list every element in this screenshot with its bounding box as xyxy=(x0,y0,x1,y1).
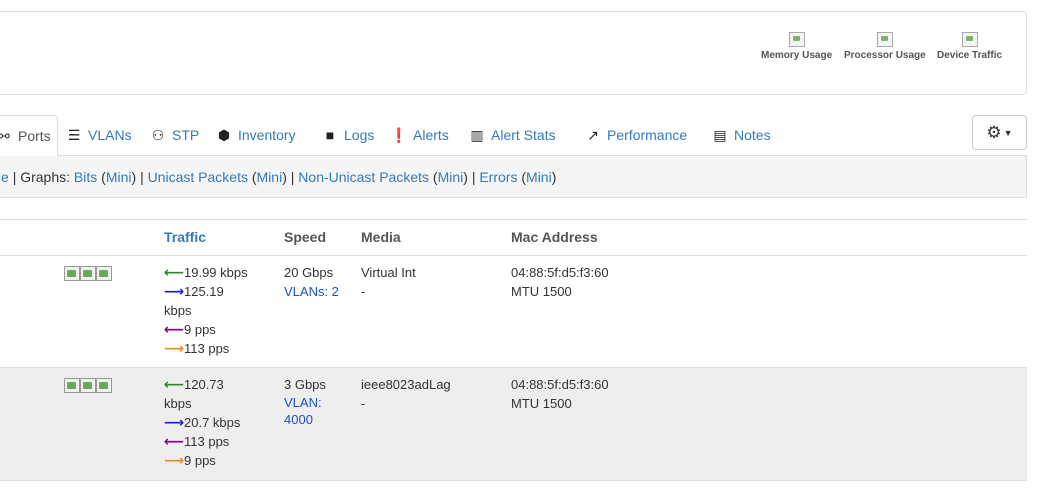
graphs-bar: e | Graphs: Bits (Mini) | Unicast Packet… xyxy=(0,156,1027,198)
speed-value: 20 Gbps xyxy=(284,265,334,280)
non-unicast-graph-link[interactable]: Non-Unicast Packets xyxy=(298,169,429,185)
media-sub: - xyxy=(361,284,366,299)
speed-column-header: Speed xyxy=(284,229,327,245)
line-chart-icon: ↗ xyxy=(587,127,599,143)
processor-usage-graph[interactable]: Processor Usage xyxy=(844,32,926,61)
graphs-label: Graphs: xyxy=(20,169,71,185)
speed-cell: 3 Gbps VLAN: 4000 xyxy=(284,375,326,428)
arrow-right-icon: ⟶ xyxy=(164,414,185,430)
gear-icon: ⚙ xyxy=(986,123,1002,142)
graph-thumbnail-icon[interactable] xyxy=(80,378,96,393)
mac-value: 04:88:5f:d5:f3:60 xyxy=(511,377,609,392)
memory-usage-label: Memory Usage xyxy=(761,50,833,61)
table-top-border xyxy=(0,219,1027,220)
arrow-right-icon: ⟶ xyxy=(164,340,185,356)
stp-icon: ⚇ xyxy=(151,127,165,143)
cube-icon: ⬢ xyxy=(217,127,231,143)
settings-dropdown-button[interactable]: ⚙ ▼ xyxy=(972,115,1027,150)
device-traffic-label: Device Traffic xyxy=(937,50,1003,61)
mac-column-header: Mac Address xyxy=(511,229,598,245)
speed-value: 3 Gbps xyxy=(284,377,326,392)
device-traffic-graph[interactable]: Device Traffic xyxy=(937,32,1002,61)
unicast-graph-link[interactable]: Unicast Packets xyxy=(148,169,248,185)
media-cell: Virtual Int - xyxy=(361,263,416,301)
traffic-cell: ⟵19.99 kbps ⟶125.19 kbps ⟵9 pps ⟶113 pps xyxy=(164,264,248,356)
arrow-right-icon: ⟶ xyxy=(164,283,185,299)
exclamation-icon: ❗ xyxy=(390,127,408,143)
tab-alert-stats[interactable]: ▥ Alert Stats xyxy=(468,115,555,156)
media-sub: - xyxy=(361,396,366,411)
media-cell: ieee8023adLag - xyxy=(361,375,451,413)
mtu-value: MTU 1500 xyxy=(511,284,572,299)
mac-cell: 04:88:5f:d5:f3:60 MTU 1500 xyxy=(511,375,609,413)
bar-chart-icon: ▥ xyxy=(470,127,484,143)
file-text-icon: ▤ xyxy=(713,127,727,143)
vlan-link[interactable]: VLAN: 4000 xyxy=(284,394,326,428)
note-icon: ■ xyxy=(325,127,335,143)
graph-thumbnail-icon[interactable] xyxy=(96,378,112,393)
tab-performance[interactable]: ↗ Performance xyxy=(584,115,687,156)
row-divider xyxy=(0,480,1027,481)
arrow-left-icon: ⟵ xyxy=(164,376,185,392)
tab-logs[interactable]: ■ Logs xyxy=(321,115,375,156)
traffic-cell: ⟵120.73 kbps ⟶20.7 kbps ⟵113 pps ⟶9 pps xyxy=(164,376,241,468)
media-value: ieee8023adLag xyxy=(361,377,451,392)
mac-value: 04:88:5f:d5:f3:60 xyxy=(511,265,609,280)
broken-image-icon xyxy=(961,32,978,47)
arrow-left-icon: ⟵ xyxy=(164,264,185,280)
broken-image-icon xyxy=(788,32,805,47)
device-summary-panel: Memory Usage Processor Usage Device Traf… xyxy=(0,11,1027,95)
tab-notes[interactable]: ▤ Notes xyxy=(711,115,770,156)
arrow-left-icon: ⟵ xyxy=(164,321,185,337)
arrow-left-icon: ⟵ xyxy=(164,433,185,449)
graph-thumbnail-icon[interactable] xyxy=(64,378,80,393)
memory-usage-graph[interactable]: Memory Usage xyxy=(761,32,832,61)
port-graph-thumbnails[interactable] xyxy=(64,378,112,393)
unicast-mini-link[interactable]: Mini xyxy=(257,169,283,185)
errors-mini-link[interactable]: Mini xyxy=(526,169,552,185)
tab-vlans[interactable]: ☰ VLANs xyxy=(65,115,132,156)
broken-image-icon xyxy=(876,32,893,47)
mac-cell: 04:88:5f:d5:f3:60 MTU 1500 xyxy=(511,263,609,301)
media-column-header: Media xyxy=(361,229,401,245)
tab-inventory[interactable]: ⬢ Inventory xyxy=(215,115,296,156)
traffic-column-header[interactable]: Traffic xyxy=(164,229,206,245)
bits-graph-link[interactable]: Bits xyxy=(74,169,97,185)
vlans-icon: ☰ xyxy=(67,127,81,143)
media-value: Virtual Int xyxy=(361,265,416,280)
non-unicast-mini-link[interactable]: Mini xyxy=(438,169,464,185)
graphs-prev-link[interactable]: e xyxy=(1,169,9,185)
speed-cell: 20 Gbps VLANs: 2 xyxy=(284,263,339,301)
vlans-link[interactable]: VLANs: 2 xyxy=(284,284,339,299)
port-graph-thumbnails[interactable] xyxy=(64,266,112,281)
ports-icon: ⚯ xyxy=(0,128,10,144)
mtu-value: MTU 1500 xyxy=(511,396,572,411)
graph-thumbnail-icon[interactable] xyxy=(64,266,80,281)
device-tabs: ⚯ Ports ☰ VLANs ⚇ STP ⬢ Inventory ■ Logs ❗ Ale… xyxy=(0,115,1027,157)
tab-ports[interactable]: ⚯ Ports xyxy=(0,115,58,157)
bits-mini-link[interactable]: Mini xyxy=(106,169,132,185)
graph-thumbnail-icon[interactable] xyxy=(96,266,112,281)
caret-down-icon: ▼ xyxy=(1003,128,1013,139)
arrow-right-icon: ⟶ xyxy=(164,452,185,468)
graph-thumbnail-icon[interactable] xyxy=(80,266,96,281)
tab-stp[interactable]: ⚇ STP xyxy=(149,115,200,156)
errors-graph-link[interactable]: Errors xyxy=(479,169,517,185)
tab-alerts[interactable]: ❗ Alerts xyxy=(390,115,449,156)
processor-usage-label: Processor Usage xyxy=(844,50,926,61)
